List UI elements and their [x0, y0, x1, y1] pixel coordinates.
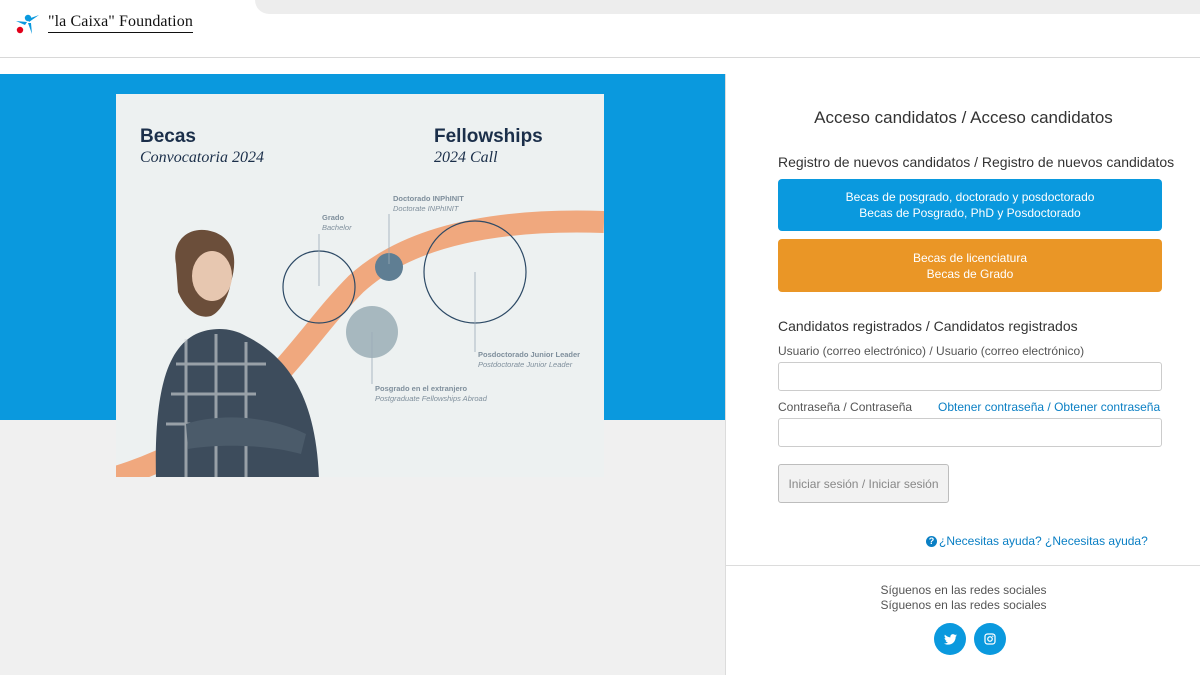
instagram-icon — [984, 633, 996, 645]
twitter-button[interactable] — [934, 623, 966, 655]
top-bar: "la Caixa" Foundation — [0, 0, 1200, 58]
postgrad-button-line1: Becas de posgrado, doctorado y posdoctor… — [845, 190, 1095, 204]
help-link-text: ¿Necesitas ayuda? ¿Necesitas ayuda? — [939, 534, 1148, 548]
login-panel: Acceso candidatos / Acceso candidatos Re… — [725, 74, 1200, 675]
get-password-link[interactable]: Obtener contraseña / Obtener contraseña — [938, 400, 1160, 414]
divider — [726, 565, 1200, 566]
login-button[interactable]: Iniciar sesión / Iniciar sesión — [778, 464, 949, 503]
password-field[interactable] — [778, 418, 1162, 447]
label-posgrado: Posgrado en el extranjero Postgraduate Fe… — [375, 384, 487, 403]
logo-text: "la Caixa" Foundation — [48, 13, 193, 33]
email-field[interactable] — [778, 362, 1162, 391]
instagram-button[interactable] — [974, 623, 1006, 655]
bachelor-fellowships-button[interactable]: Becas de licenciatura Becas de Grado — [778, 239, 1162, 292]
label-doctorado: Doctorado INPhINIT Doctorate INPhINIT — [393, 194, 464, 213]
poster-right-title: Fellowships — [434, 126, 543, 147]
poster-left-title: Becas — [140, 126, 196, 147]
user-label: Usuario (correo electrónico) / Usuario (… — [778, 344, 1085, 358]
follow-us-text: Síguenos en las redes sociales Síguenos … — [726, 583, 1200, 613]
twitter-icon — [943, 633, 957, 645]
bachelor-button-line2: Becas de Grado — [926, 266, 1014, 281]
poster-left-subtitle: Convocatoria 2024 — [140, 149, 264, 166]
logo[interactable]: "la Caixa" Foundation — [14, 10, 193, 36]
label-grado: Grado Bachelor — [322, 213, 352, 232]
follow-us-line2: Síguenos en las redes sociales — [880, 598, 1047, 612]
question-icon: ? — [926, 535, 937, 547]
poster-right-subtitle: 2024 Call — [434, 149, 498, 166]
left-panel: Becas Convocatoria 2024 Fellowships 2024… — [0, 74, 725, 675]
registered-candidates-title: Candidatos registrados / Candidatos regi… — [778, 318, 1078, 334]
help-link[interactable]: ? ¿Necesitas ayuda? ¿Necesitas ayuda? — [926, 534, 1148, 548]
fellowships-poster: Becas Convocatoria 2024 Fellowships 2024… — [116, 94, 604, 477]
page-title: Acceso candidatos / Acceso candidatos — [814, 108, 1113, 127]
password-label: Contraseña / Contraseña — [778, 400, 913, 414]
top-bar-strip — [255, 0, 1200, 14]
label-posdoctorado: Posdoctorado Junior Leader Postdoctorate … — [478, 350, 581, 369]
postgrad-button-line2: Becas de Posgrado, PhD y Posdoctorado — [859, 206, 1081, 220]
bachelor-button-line1: Becas de licenciatura — [912, 250, 1028, 265]
new-candidates-title: Registro de nuevos candidatos / Registro… — [778, 154, 1175, 170]
star-icon — [16, 14, 39, 34]
postgrad-fellowships-button[interactable]: Becas de posgrado, doctorado y posdoctor… — [778, 179, 1162, 231]
follow-us-line1: Síguenos en las redes sociales — [880, 583, 1047, 597]
